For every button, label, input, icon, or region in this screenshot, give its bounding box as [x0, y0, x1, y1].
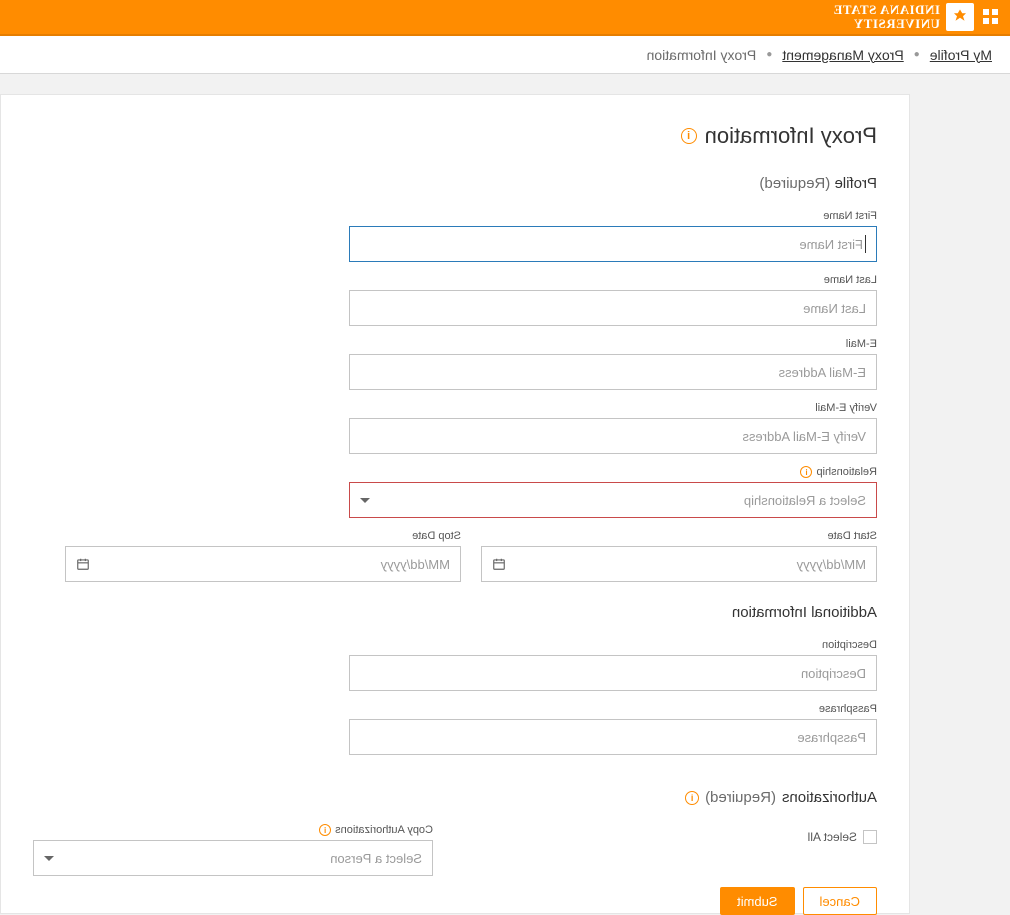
section-profile-required: (Required) [759, 175, 830, 192]
submit-button[interactable]: Submit [720, 887, 794, 915]
first-name-group: First Name First Name [33, 210, 877, 262]
email-group: E-Mail [33, 338, 877, 390]
description-group: Description [33, 639, 877, 691]
stop-date-group: Stop Date MM/dd/yyyy [65, 530, 461, 582]
stop-date-field[interactable]: MM/dd/yyyy [65, 546, 461, 582]
page-title: Proxy Information i [33, 123, 877, 149]
info-icon[interactable]: i [319, 824, 331, 836]
page-body: Proxy Information i Profile (Required) F… [0, 74, 1010, 914]
relationship-group: Relationship i Select a Relationship [33, 466, 877, 518]
university-name-line1: INDIANA STATE [833, 3, 940, 17]
start-date-group: Start Date MM/dd/yyyy [481, 530, 877, 582]
copy-authorizations-select[interactable]: Select a Person [33, 840, 433, 876]
stop-date-label: Stop Date [65, 530, 461, 542]
content-card: Proxy Information i Profile (Required) F… [0, 94, 910, 914]
select-all-checkbox-row[interactable]: Select All [808, 830, 877, 844]
relationship-select[interactable]: Select a Relationship [349, 482, 877, 518]
relationship-label: Relationship i [33, 466, 877, 478]
copy-authorizations-label-text: Copy Authorizations [335, 824, 433, 836]
email-field[interactable] [349, 354, 877, 390]
verify-email-label: Verify E-Mail [33, 402, 877, 414]
breadcrumb-my-profile[interactable]: My Profile [930, 47, 992, 63]
relationship-label-text: Relationship [816, 466, 877, 478]
start-date-field[interactable]: MM/dd/yyyy [481, 546, 877, 582]
start-date-label: Start Date [481, 530, 877, 542]
cancel-button[interactable]: Cancel [803, 887, 877, 915]
last-name-label: Last Name [33, 274, 877, 286]
info-icon[interactable]: i [681, 128, 697, 144]
section-additional-heading: Additional Information [33, 604, 877, 621]
section-additional-label: Additional Information [732, 604, 877, 621]
first-name-placeholder: First Name [799, 237, 863, 252]
copy-authorizations-group: Copy Authorizations i Select a Person [33, 824, 433, 876]
university-name: INDIANA STATE UNIVERSITY [833, 3, 940, 30]
breadcrumb: My Profile ● Proxy Management ● Proxy In… [0, 36, 1010, 74]
select-all-label: Select All [808, 830, 857, 844]
calendar-icon [492, 557, 506, 571]
page-title-text: Proxy Information [705, 123, 877, 149]
relationship-placeholder: Select a Relationship [744, 493, 866, 508]
first-name-field[interactable]: First Name [349, 226, 877, 262]
stop-date-placeholder: MM/dd/yyyy [381, 557, 450, 572]
passphrase-field[interactable] [349, 719, 877, 755]
apps-menu-icon[interactable] [982, 9, 998, 25]
info-icon[interactable]: i [800, 466, 812, 478]
verify-email-group: Verify E-Mail [33, 402, 877, 454]
chevron-down-icon [44, 856, 54, 861]
copy-authorizations-label: Copy Authorizations i [33, 824, 433, 836]
last-name-group: Last Name [33, 274, 877, 326]
app-header: INDIANA STATE UNIVERSITY [0, 0, 1010, 36]
passphrase-label: Passphrase [33, 703, 877, 715]
section-authorizations-required: (Required) [705, 789, 776, 806]
select-all-group: Select All [808, 824, 877, 844]
university-logo-icon [946, 3, 974, 31]
last-name-field[interactable] [349, 290, 877, 326]
section-profile-heading: Profile (Required) [33, 175, 877, 192]
breadcrumb-proxy-management[interactable]: Proxy Management [782, 47, 903, 63]
form-buttons: Cancel Submit [720, 887, 877, 915]
authorizations-row: Select All Copy Authorizations i Select … [33, 824, 877, 876]
copy-authorizations-placeholder: Select a Person [330, 851, 422, 866]
first-name-label: First Name [33, 210, 877, 222]
date-row: Start Date MM/dd/yyyy Stop Date MM/dd/yy… [33, 530, 877, 582]
university-name-line2: UNIVERSITY [833, 17, 940, 31]
description-label: Description [33, 639, 877, 651]
chevron-down-icon [360, 498, 370, 503]
info-icon[interactable]: i [685, 791, 699, 805]
breadcrumb-current: Proxy Information [647, 47, 757, 63]
breadcrumb-sep-icon: ● [914, 49, 920, 60]
description-field[interactable] [349, 655, 877, 691]
email-label: E-Mail [33, 338, 877, 350]
section-authorizations-label: Authorizations [782, 789, 877, 806]
passphrase-group: Passphrase [33, 703, 877, 755]
start-date-placeholder: MM/dd/yyyy [797, 557, 866, 572]
section-profile-label: Profile [834, 175, 877, 192]
breadcrumb-sep-icon: ● [766, 49, 772, 60]
section-authorizations-heading: Authorizations (Required) i [33, 789, 877, 806]
calendar-icon [76, 557, 90, 571]
leaf-icon [951, 8, 969, 26]
select-all-checkbox[interactable] [863, 830, 877, 844]
verify-email-field[interactable] [349, 418, 877, 454]
